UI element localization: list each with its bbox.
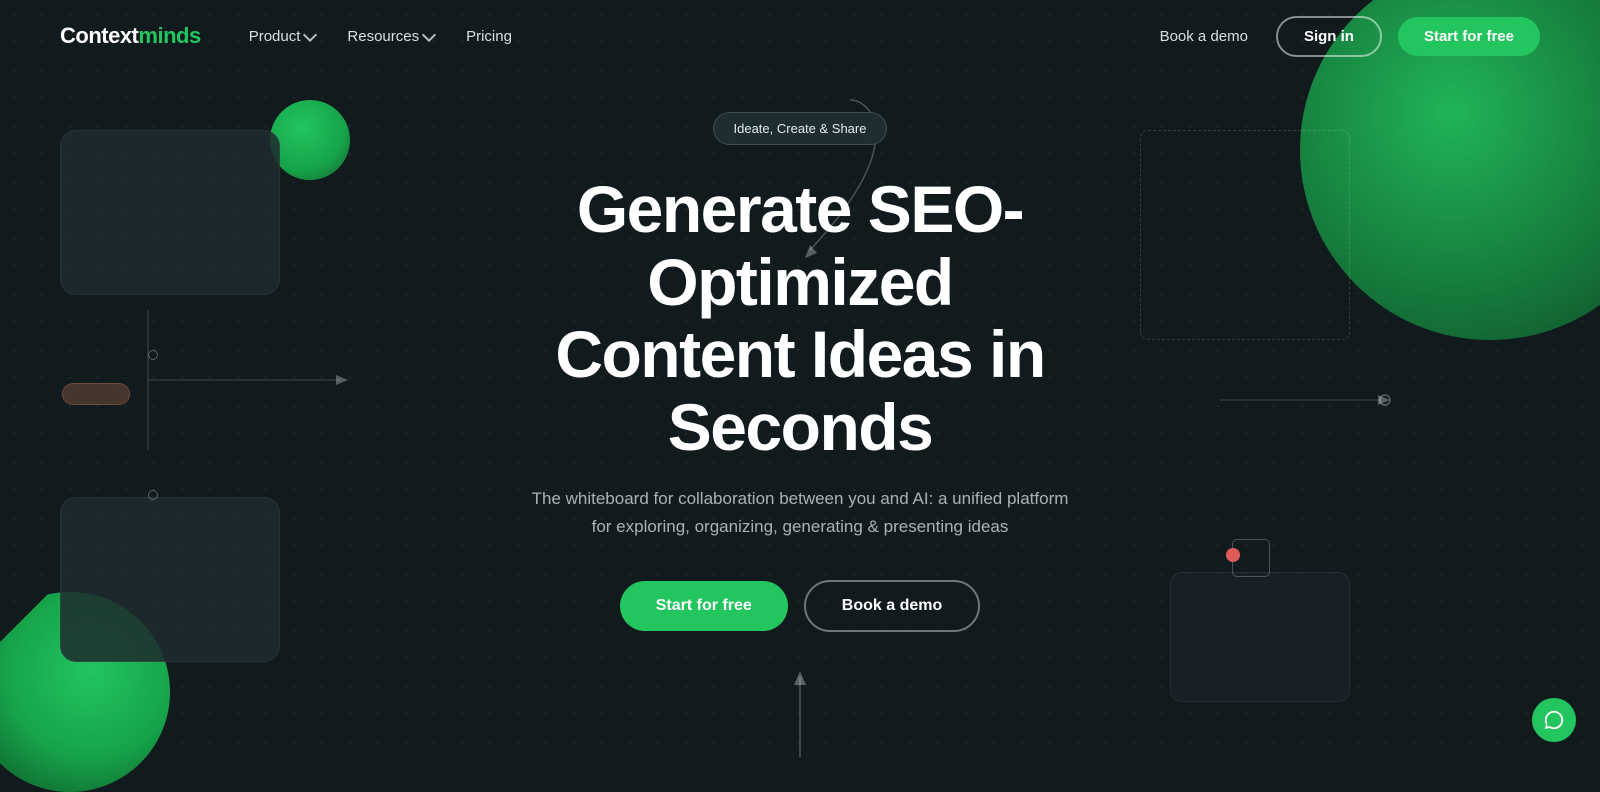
nav-link-product[interactable]: Product (237, 20, 328, 53)
logo[interactable]: Contextminds (60, 23, 201, 49)
start-free-button-hero[interactable]: Start for free (620, 581, 788, 631)
start-free-button-nav[interactable]: Start for free (1398, 17, 1540, 56)
nav-link-pricing[interactable]: Pricing (454, 20, 524, 53)
chevron-down-icon (303, 27, 317, 41)
nav-right: Book a demo Sign in Start for free (1148, 16, 1540, 57)
hero-title: Generate SEO-Optimized Content Ideas in … (440, 173, 1160, 463)
decorative-arrow-bottom (790, 667, 810, 762)
nav-link-resources[interactable]: Resources (335, 20, 446, 53)
book-demo-button-nav[interactable]: Book a demo (1148, 20, 1260, 53)
hero-cta-buttons: Start for free Book a demo (620, 580, 981, 632)
logo-context: Context (60, 23, 138, 48)
chevron-down-icon (422, 27, 436, 41)
nav-links: Product Resources Pricing (237, 20, 524, 53)
chat-support-icon[interactable] (1532, 698, 1576, 742)
hero-badge: Ideate, Create & Share (713, 112, 888, 145)
sign-in-button[interactable]: Sign in (1276, 16, 1382, 57)
logo-minds: minds (138, 23, 200, 48)
navbar: Contextminds Product Resources Pricing B… (0, 0, 1600, 72)
hero-subtitle: The whiteboard for collaboration between… (520, 485, 1080, 539)
book-demo-button-hero[interactable]: Book a demo (804, 580, 980, 632)
nav-left: Contextminds Product Resources Pricing (60, 20, 524, 53)
hero-section: Ideate, Create & Share Generate SEO-Opti… (0, 112, 1600, 632)
